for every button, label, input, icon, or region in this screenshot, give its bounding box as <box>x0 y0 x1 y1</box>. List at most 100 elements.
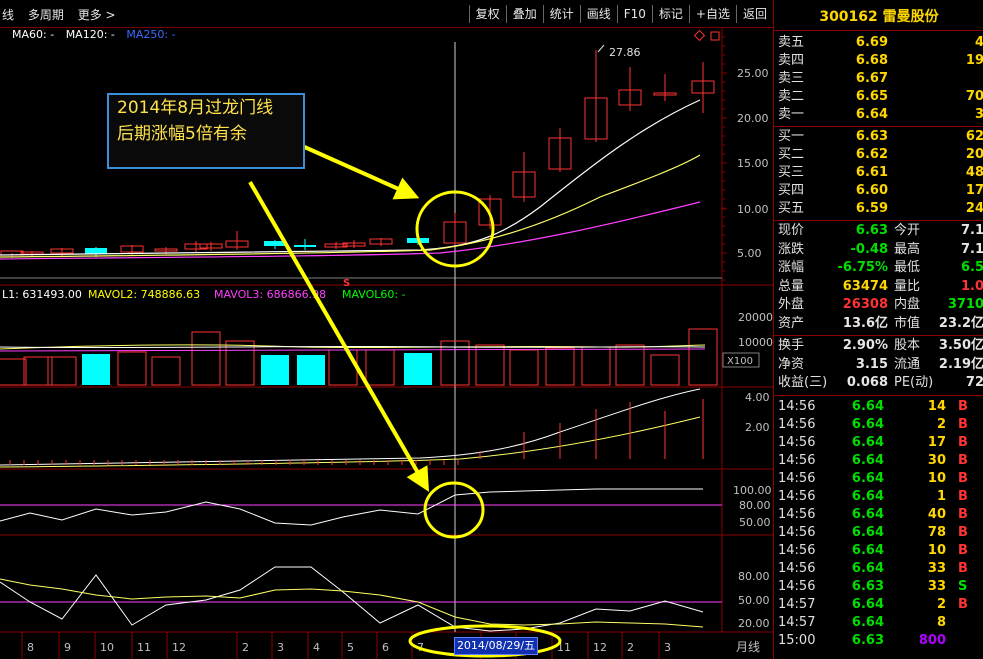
volume-bar <box>151 356 181 386</box>
quote-value: -6.75% <box>837 260 889 275</box>
quote-value-2: 23.2亿 <box>938 315 983 331</box>
cursor-date-label: 2014/08/29/五 <box>454 637 538 655</box>
fundamental-row: 净资 3.15 流通 2.19亿 <box>778 356 983 374</box>
back-button[interactable]: 返回 <box>735 5 773 23</box>
trade-price: 6.64 <box>851 542 884 558</box>
candle-body <box>85 248 107 254</box>
quote-row: 总量 63474 量比 1.0 <box>778 278 983 296</box>
bid-row[interactable]: 买二 6.62 20 <box>778 146 983 164</box>
ask-row[interactable]: 卖四 6.68 19 <box>778 52 983 70</box>
month-label: 2 <box>627 641 634 654</box>
volume-bar <box>261 355 289 385</box>
volume-bar <box>475 344 505 386</box>
trade-time: 14:57 <box>778 614 816 630</box>
ind3-line-yellow <box>0 578 704 628</box>
ind3-axis-label: 50.00 <box>738 594 770 607</box>
quote-row: 涨幅 -6.75% 最低 6.5 <box>778 259 983 277</box>
ask-volume: 70 <box>965 89 983 104</box>
ind1-line-white <box>0 388 701 466</box>
restore-rights-button[interactable]: 复权 <box>468 5 506 23</box>
ma-line-white <box>0 99 701 256</box>
ind3-line-white <box>0 566 704 632</box>
ask-label: 卖四 <box>778 53 805 68</box>
trade-row: 15:00 6.63 800 <box>778 632 983 650</box>
trade-row: 14:56 6.63 33 S <box>778 578 983 596</box>
month-label: 6 <box>382 641 389 654</box>
trade-row: 14:56 6.64 33 B <box>778 560 983 578</box>
annotation-arrow <box>248 180 430 492</box>
f10-button[interactable]: F10 <box>616 5 652 23</box>
bid-row[interactable]: 买五 6.59 24 <box>778 200 983 218</box>
quote-value-2: 7.1 <box>960 241 983 257</box>
month-label: 12 <box>593 641 607 654</box>
mark-button[interactable]: 标记 <box>651 5 689 23</box>
trade-price: 6.64 <box>851 452 884 468</box>
tab-multi-period[interactable]: 多周期 <box>28 8 64 22</box>
tab-line[interactable]: 线 <box>2 8 14 22</box>
diamond-icon <box>693 29 706 42</box>
trade-volume: 17 <box>927 434 946 450</box>
square-icon <box>710 31 720 41</box>
bid-row[interactable]: 买一 6.63 62 <box>778 128 983 146</box>
fund-value: 2.90% <box>842 338 888 353</box>
ind1-axis-label: 4.00 <box>745 391 770 404</box>
trade-time: 14:56 <box>778 524 816 540</box>
highlight-circle <box>423 481 485 539</box>
volume-axis-label: 20000 <box>738 311 773 324</box>
ask-row[interactable]: 卖五 6.69 4 <box>778 34 983 52</box>
ind3-axis-label: 80.00 <box>738 570 770 583</box>
volume-bar <box>328 349 358 386</box>
fund-value: 3.15 <box>855 356 888 372</box>
statistics-button[interactable]: 统计 <box>542 5 580 23</box>
quote-value-2: 7.1 <box>960 223 983 238</box>
quote-label-2: 量比 <box>894 278 921 294</box>
trade-row: 14:56 6.64 17 B <box>778 434 983 452</box>
bid-row[interactable]: 买三 6.61 48 <box>778 164 983 182</box>
fund-value: 0.068 <box>846 375 888 390</box>
volume-bar <box>688 328 718 386</box>
quote-value: 6.63 <box>855 223 888 238</box>
quote-value-2: 1.0 <box>960 278 983 294</box>
ask-row[interactable]: 卖三 6.67 <box>778 70 983 88</box>
overlay-button[interactable]: 叠加 <box>505 5 543 23</box>
volume-bar <box>509 349 539 386</box>
trade-price: 6.64 <box>851 614 884 630</box>
ask-row[interactable]: 卖二 6.65 70 <box>778 88 983 106</box>
trade-price: 6.64 <box>851 470 884 486</box>
draw-line-button[interactable]: 画线 <box>579 5 617 23</box>
annotation-box: 2014年8月过龙门线 后期涨幅5倍有余 <box>107 93 305 169</box>
trade-price: 6.64 <box>851 398 884 414</box>
price-axis-label: 5.00 <box>737 247 762 260</box>
bid-price: 6.63 <box>855 129 888 144</box>
volume-legend-item: MAVOL60: - <box>342 288 406 301</box>
trade-row: 14:57 6.64 2 B <box>778 596 983 614</box>
trade-side: B <box>958 524 968 540</box>
trade-row: 14:56 6.64 2 B <box>778 416 983 434</box>
trade-price: 6.64 <box>851 506 884 522</box>
trade-time: 14:56 <box>778 542 816 558</box>
month-label: 5 <box>347 641 354 654</box>
price-axis-label: 20.00 <box>737 112 769 125</box>
trade-row: 14:56 6.64 10 B <box>778 470 983 488</box>
trade-volume: 40 <box>927 506 946 522</box>
peak-pointer <box>597 44 605 53</box>
quote-row: 涨跌 -0.48 最高 7.1 <box>778 241 983 259</box>
stock-title: 300162 雷曼股份 <box>774 6 983 26</box>
fund-value-2: 2.19亿 <box>938 356 983 372</box>
trade-time: 14:56 <box>778 488 816 504</box>
trade-row: 14:56 6.64 30 B <box>778 452 983 470</box>
fund-value-2: 3.50亿 <box>938 338 983 353</box>
trade-row: 14:56 6.64 78 B <box>778 524 983 542</box>
bid-label: 买二 <box>778 147 805 162</box>
ask-row[interactable]: 卖一 6.64 3 <box>778 106 983 124</box>
trade-volume: 33 <box>927 578 946 594</box>
trade-row: 14:56 6.64 40 B <box>778 506 983 524</box>
trade-volume: 33 <box>927 560 946 576</box>
add-watchlist-button[interactable]: +自选 <box>688 5 736 23</box>
ind1-axis-label: 2.00 <box>745 421 770 434</box>
bid-row[interactable]: 买四 6.60 17 <box>778 182 983 200</box>
trade-side: B <box>958 434 968 450</box>
volume-legend-item: L1: 631493.00 <box>2 288 82 301</box>
ask-label: 卖二 <box>778 89 805 104</box>
more-menu[interactable]: 更多 > <box>78 8 116 22</box>
